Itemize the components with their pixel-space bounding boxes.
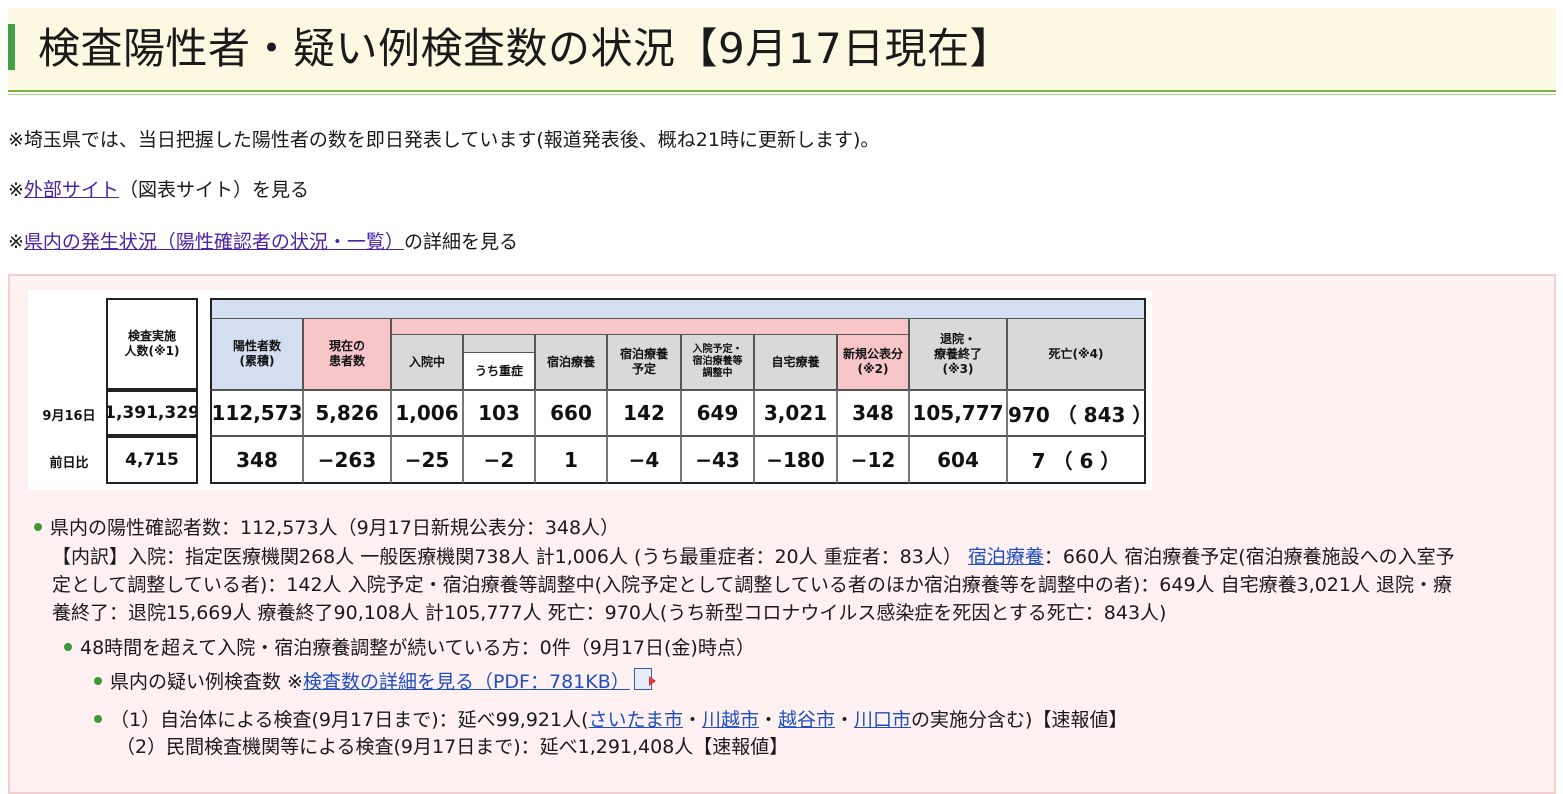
cell-positive: 112,573 bbox=[210, 390, 303, 436]
cell-hospital: 1,006 bbox=[391, 390, 463, 436]
header-positive: 陽性者数 (累積) bbox=[210, 318, 303, 390]
header-tests: 検査実施 人数(※1) bbox=[106, 298, 198, 390]
note-suffix: の詳細を見る bbox=[403, 231, 518, 253]
suspected-tests-label: 県内の疑い例検査数 ※ bbox=[110, 671, 303, 693]
row-label-date: 9月16日 bbox=[42, 408, 96, 424]
cell-hotel-plan: 142 bbox=[607, 390, 681, 436]
hotel-care-link[interactable]: 宿泊療養 bbox=[968, 546, 1044, 568]
private-tests-line: （2）民間検査機関等による検査(9月17日まで)：延べ1,291,408人【速報… bbox=[116, 736, 789, 758]
cell-recovered-diff: 604 bbox=[909, 436, 1007, 484]
cell-deaths-diff: 7 （ 6 ） bbox=[1007, 436, 1146, 484]
cell-hotel-plan-diff: −4 bbox=[607, 436, 681, 484]
cell-positive-diff: 348 bbox=[210, 436, 303, 484]
update-note: ※埼玉県では、当日把握した陽性者の数を即日発表しています(報道発表後、概ね21時… bbox=[8, 129, 880, 151]
cell-home-diff: −180 bbox=[754, 436, 837, 484]
bullet-icon bbox=[94, 714, 102, 723]
cell-current: 5,826 bbox=[303, 390, 391, 436]
status-detail-link[interactable]: 県内の発生状況（陽性確認者の状況・一覧） bbox=[24, 231, 404, 253]
koshigaya-city-link[interactable]: 越谷市 bbox=[778, 709, 835, 731]
kawagoe-city-link[interactable]: 川越市 bbox=[702, 709, 759, 731]
row-label-diff: 前日比 bbox=[49, 455, 89, 471]
status-detail-note: ※県内の発生状況（陽性確認者の状況・一覧）の詳細を見る bbox=[8, 228, 518, 256]
adjustment-text: 48時間を超えて入院・宿泊療養調整が続いている方：0件（9月17日(金)時点） bbox=[80, 637, 755, 659]
header-current-band bbox=[391, 318, 909, 334]
cell-home: 3,021 bbox=[754, 390, 837, 436]
cell-hospital-diff: −25 bbox=[391, 436, 463, 484]
note-mark: ※ bbox=[8, 231, 24, 253]
note-mark: ※ bbox=[8, 179, 24, 201]
status-table: 検査実施 人数(※1) 陽性者数 (累積) 現在の 患者数 入院中 うち重症 宿… bbox=[28, 290, 1152, 490]
test-details-pdf-link[interactable]: 検査数の詳細を見る（PDF：781KB） bbox=[303, 671, 630, 693]
header-hospital: 入院中 bbox=[391, 334, 463, 390]
page-title-bar: 検査陽性者・疑い例検査数の状況【9月17日現在】 bbox=[8, 8, 1556, 95]
cell-hotel: 660 bbox=[535, 390, 607, 436]
header-deaths: 死亡(※4) bbox=[1007, 318, 1146, 390]
summary-line-2a: 【内訳】入院：指定医療機関268人 一般医療機関738人 計1,006人 (うち… bbox=[52, 546, 962, 568]
cell-new-diff: −12 bbox=[837, 436, 909, 484]
title-accent-bar bbox=[8, 24, 15, 70]
note-suffix: （図表サイト）を見る bbox=[118, 179, 309, 201]
header-hotel-plan: 宿泊療養 予定 bbox=[607, 334, 681, 390]
external-site-note: ※外部サイト（図表サイト）を見る bbox=[8, 176, 309, 204]
header-hotel: 宿泊療養 bbox=[535, 334, 607, 390]
cell-tests-diff: 4,715 bbox=[106, 436, 198, 484]
header-new: 新規公表分 (※2) bbox=[837, 334, 909, 390]
cell-severe: 103 bbox=[463, 390, 535, 436]
adjustment-item: 48時間を超えて入院・宿泊療養調整が続いている方：0件（9月17日(金)時点） bbox=[64, 634, 755, 662]
bullet-icon bbox=[94, 676, 102, 685]
header-home: 自宅療養 bbox=[754, 334, 837, 390]
cell-new: 348 bbox=[837, 390, 909, 436]
separator: ・ bbox=[682, 709, 702, 731]
header-adjusting: 入院予定・ 宿泊療養等 調整中 bbox=[681, 334, 754, 390]
suspected-tests-item: 県内の疑い例検査数 ※検査数の詳細を見る（PDF：781KB） bbox=[94, 668, 656, 696]
municipal-tests-prefix: （1）自治体による検査(9月17日まで)：延べ99,921人( bbox=[110, 709, 589, 731]
kawaguchi-city-link[interactable]: 川口市 bbox=[854, 709, 911, 731]
summary-line-4: 養終了：退院15,669人 療養終了90,108人 計105,777人 死亡：9… bbox=[52, 602, 1167, 624]
separator: ・ bbox=[835, 709, 855, 731]
cell-severe-diff: −2 bbox=[463, 436, 535, 484]
separator: ・ bbox=[758, 709, 778, 731]
bullet-icon bbox=[34, 522, 42, 531]
table-header-band bbox=[210, 298, 1146, 320]
saitama-city-link[interactable]: さいたま市 bbox=[589, 709, 683, 731]
summary-breakdown-line: 【内訳】入院：指定医療機関268人 一般医療機関738人 計1,006人 (うち… bbox=[52, 543, 1542, 571]
municipal-tests-item: （1）自治体による検査(9月17日まで)：延べ99,921人(さいたま市・川越市… bbox=[94, 706, 1127, 734]
cell-recovered: 105,777 bbox=[909, 390, 1007, 436]
header-severe: うち重症 bbox=[463, 352, 535, 390]
summary-item: 県内の陽性確認者数：112,573人（9月17日新規公表分：348人） bbox=[34, 514, 1534, 542]
pdf-icon[interactable] bbox=[633, 668, 656, 690]
cell-adjusting-diff: −43 bbox=[681, 436, 754, 484]
cell-tests: 1,391,329 bbox=[106, 390, 198, 436]
cell-current-diff: −263 bbox=[303, 436, 391, 484]
header-current: 現在の 患者数 bbox=[303, 318, 391, 390]
header-recovered: 退院・ 療養終了 (※3) bbox=[909, 318, 1007, 390]
summary-line-3: 定として調整している者)：142人 入院予定・宿泊療養等調整中(入院予定として調… bbox=[52, 574, 1453, 596]
external-site-link[interactable]: 外部サイト bbox=[24, 179, 119, 201]
cell-adjusting: 649 bbox=[681, 390, 754, 436]
cell-deaths: 970 （ 843 ） bbox=[1007, 390, 1146, 436]
municipal-tests-suffix: の実施分含む)【速報値】 bbox=[911, 709, 1128, 731]
header-hospital-band bbox=[463, 334, 535, 352]
cell-hotel-diff: 1 bbox=[535, 436, 607, 484]
page-title: 検査陽性者・疑い例検査数の状況【9月17日現在】 bbox=[38, 24, 1013, 73]
summary-line-1: 県内の陽性確認者数：112,573人（9月17日新規公表分：348人） bbox=[50, 517, 620, 539]
summary-line-2b: ：660人 宿泊療養予定(宿泊療養施設への入室予 bbox=[1043, 546, 1455, 568]
bullet-icon bbox=[64, 642, 72, 651]
